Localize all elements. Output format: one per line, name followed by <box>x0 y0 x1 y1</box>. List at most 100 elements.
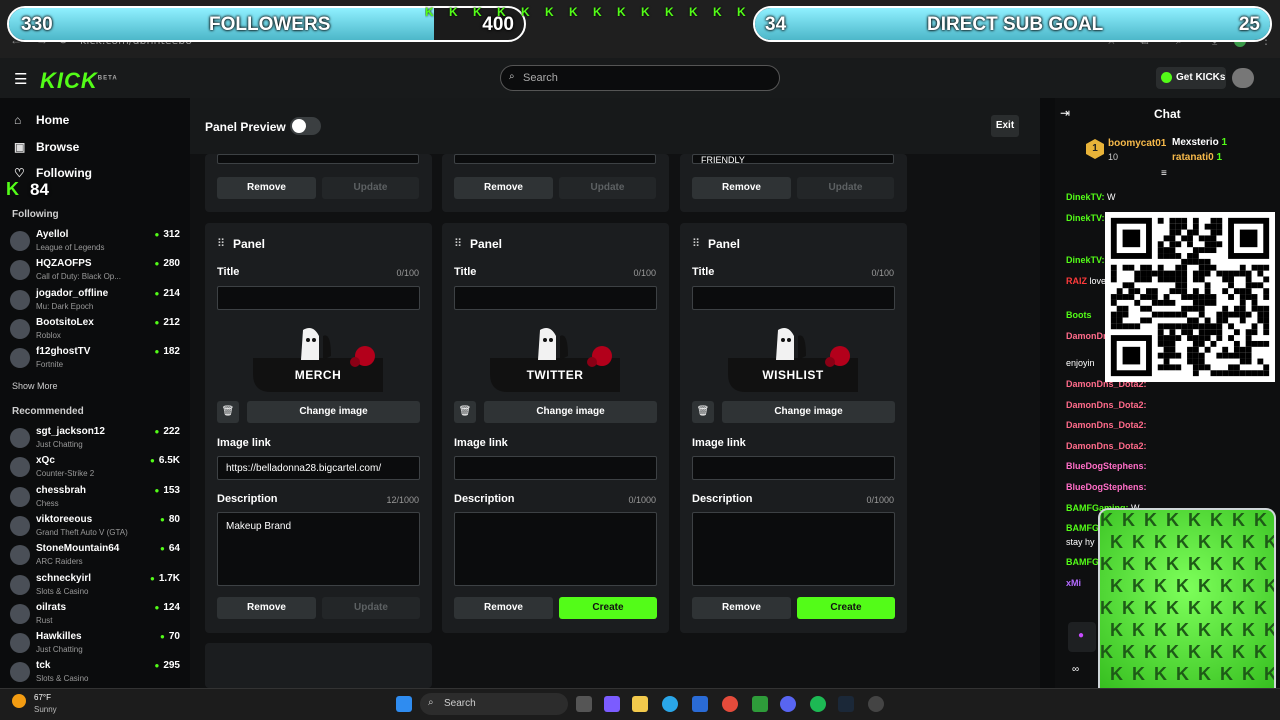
sidebar-channel[interactable]: Hawkilles Just Chatting 70 <box>10 631 180 659</box>
title-input[interactable] <box>454 286 657 310</box>
chat-username[interactable]: RAIZ <box>1066 276 1087 286</box>
chat-username[interactable]: DinekTV: <box>1066 213 1105 223</box>
chat-username[interactable]: BlueDogStephens: <box>1066 482 1147 492</box>
sidebar-item-home[interactable]: ⌂ Home <box>14 113 69 127</box>
sidebar-channel[interactable]: chessbrah Chess 153 <box>10 485 180 513</box>
panel-field[interactable] <box>217 154 419 164</box>
taskbar-search[interactable]: ⌕ Search <box>420 693 568 715</box>
title-input[interactable] <box>692 286 895 310</box>
chat-username[interactable]: DamonDns_Dota2: <box>1066 420 1147 430</box>
qr-module <box>1204 223 1211 230</box>
sidebar-channel[interactable]: Ayellol League of Legends 312 <box>10 229 180 257</box>
update-button[interactable]: Update <box>559 177 656 199</box>
logo-beta: BETA <box>97 75 118 82</box>
image-link-input[interactable]: https://belladonna28.bigcartel.com/ <box>217 456 420 480</box>
sidebar-channel[interactable]: schneckyirl Slots & Casino 1.7K <box>10 573 180 601</box>
update-button[interactable]: Update <box>797 177 894 199</box>
gifter-name[interactable]: Mexsterio 1 <box>1172 137 1227 148</box>
top-gifter-name[interactable]: boomycat01 <box>1108 138 1166 149</box>
store-icon[interactable] <box>692 696 708 712</box>
qr-module <box>1122 323 1129 330</box>
sidebar-channel[interactable]: f12ghostTV Fortnite 182 <box>10 346 180 374</box>
xbox-icon[interactable] <box>752 696 768 712</box>
hamburger-icon[interactable]: ☰ <box>14 70 27 88</box>
drag-handle-icon[interactable]: ⠿ <box>454 237 462 250</box>
sidebar-channel[interactable]: tck Slots & Casino 295 <box>10 660 180 688</box>
avatar[interactable] <box>1232 68 1254 88</box>
spotify-icon[interactable] <box>810 696 826 712</box>
drag-handle-icon[interactable]: ⠿ <box>692 237 700 250</box>
file-explorer-icon[interactable] <box>632 696 648 712</box>
jar-k-letter: K <box>1242 576 1255 596</box>
mic-button[interactable]: ● <box>1068 622 1096 652</box>
remove-button[interactable]: Remove <box>454 597 553 619</box>
search-input[interactable]: ⌕ Search <box>500 65 780 91</box>
exit-button[interactable]: Exit <box>991 115 1019 137</box>
delete-image-button[interactable]: 🗑 <box>217 401 239 423</box>
remove-button[interactable]: Remove <box>217 597 316 619</box>
chat-username[interactable]: DamonDns_Dota2: <box>1066 400 1147 410</box>
qr-module <box>1181 305 1188 312</box>
qr-module <box>1134 323 1141 330</box>
get-kicks-button[interactable]: Get KICKs <box>1156 67 1226 89</box>
steam-icon[interactable] <box>838 696 854 712</box>
chat-username[interactable]: DinekTV: <box>1066 192 1105 202</box>
show-more-link[interactable]: Show More <box>12 381 58 391</box>
qr-module <box>1198 247 1205 254</box>
description-textarea[interactable] <box>692 512 895 586</box>
remove-button[interactable]: Remove <box>692 177 791 199</box>
image-link-input[interactable] <box>692 456 895 480</box>
sidebar-item-browse[interactable]: ▣ Browse <box>14 140 79 154</box>
chat-username[interactable]: DinekTV: <box>1066 255 1105 265</box>
title-input[interactable] <box>217 286 420 310</box>
delete-image-button[interactable]: 🗑 <box>454 401 476 423</box>
collapse-chat-icon[interactable]: ⇥ <box>1060 106 1070 120</box>
remove-button[interactable]: Remove <box>217 177 316 199</box>
chat-username[interactable]: BlueDogStephens: <box>1066 461 1147 471</box>
gifter-name[interactable]: ratanati0 1 <box>1172 152 1222 163</box>
chat-username[interactable]: BAMFG <box>1066 557 1099 567</box>
create-button[interactable]: Create <box>797 597 895 619</box>
emote-icon[interactable]: ∞ <box>1072 664 1079 675</box>
sidebar-item-following[interactable]: ♡ Following <box>14 166 92 180</box>
sub-goal-label: DIRECT SUB GOAL <box>927 14 1104 35</box>
drag-handle-icon[interactable]: ⠿ <box>217 237 225 250</box>
description-textarea[interactable] <box>454 512 657 586</box>
task-view-icon[interactable] <box>576 696 592 712</box>
chat-username[interactable]: DamonDr <box>1066 331 1107 341</box>
sidebar-channel[interactable]: HQZAOFPS Call of Duty: Black Op... 280 <box>10 258 180 286</box>
panel-preview-toggle[interactable] <box>290 117 321 135</box>
sidebar-channel[interactable]: sgt_jackson12 Just Chatting 222 <box>10 426 180 454</box>
update-button[interactable]: Update <box>322 597 420 619</box>
panel-field[interactable]: FRIENDLY <box>692 154 894 165</box>
change-image-button[interactable]: Change image <box>484 401 657 423</box>
discord-icon[interactable] <box>780 696 796 712</box>
copilot-icon[interactable] <box>604 696 620 712</box>
chat-username[interactable]: DamonDns_Dota2: <box>1066 441 1147 451</box>
sidebar-channel[interactable]: xQc Counter-Strike 2 6.5K <box>10 455 180 483</box>
panel-field[interactable] <box>454 154 656 164</box>
change-image-button[interactable]: Change image <box>722 401 895 423</box>
change-image-button[interactable]: Change image <box>247 401 420 423</box>
delete-image-button[interactable]: 🗑 <box>692 401 714 423</box>
update-button[interactable]: Update <box>322 177 419 199</box>
qr-module <box>1192 223 1199 230</box>
sidebar-channel[interactable]: BootsitoLex Roblox 212 <box>10 317 180 345</box>
kick-logo[interactable]: KICKBETA <box>40 68 118 94</box>
create-button[interactable]: Create <box>559 597 657 619</box>
sidebar-channel[interactable]: viktoreeous Grand Theft Auto V (GTA) 80 <box>10 514 180 542</box>
remove-button[interactable]: Remove <box>454 177 553 199</box>
remove-button[interactable]: Remove <box>692 597 791 619</box>
obs-icon[interactable] <box>868 696 884 712</box>
windows-start-icon[interactable] <box>396 696 412 712</box>
image-link-input[interactable] <box>454 456 657 480</box>
description-textarea[interactable]: Makeup Brand <box>217 512 420 586</box>
sidebar-channel[interactable]: oilrats Rust 124 <box>10 602 180 630</box>
chrome-icon[interactable] <box>722 696 738 712</box>
chat-username[interactable]: Boots <box>1066 310 1092 320</box>
chat-username[interactable]: xMi <box>1066 578 1081 588</box>
expand-gifters-icon[interactable]: ≡ <box>1161 168 1167 179</box>
sidebar-channel[interactable]: StoneMountain64 ARC Raiders 64 <box>10 543 180 571</box>
edge-icon[interactable] <box>662 696 678 712</box>
sidebar-channel[interactable]: jogador_offline Mu: Dark Epoch 214 <box>10 288 180 316</box>
